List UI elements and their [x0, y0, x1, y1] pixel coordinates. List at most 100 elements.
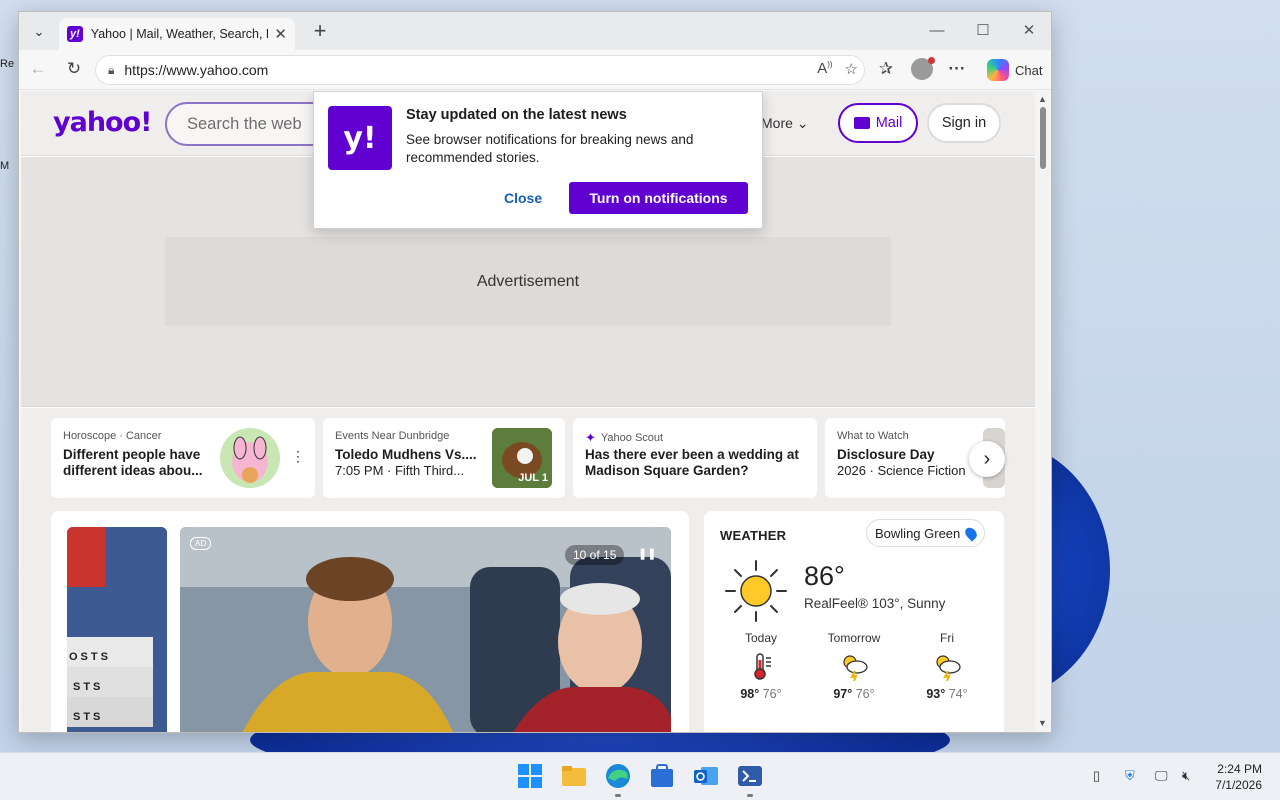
tab-actions-chevron-icon[interactable]: ⌄ — [25, 20, 53, 44]
new-tab-plus-icon[interactable]: + — [307, 20, 333, 44]
address-bar[interactable]: 🔒︎ https://www.yahoo.com A)) ☆ — [95, 55, 865, 85]
more-menu-icon[interactable]: ··· — [944, 58, 970, 82]
back-arrow-icon[interactable]: ← — [25, 58, 51, 82]
forecast-tomorrow[interactable]: Tomorrow 97° 76° — [824, 631, 884, 701]
copilot-chat-button[interactable]: Chat — [979, 56, 1050, 84]
card-subtitle: 7:05 PM · Fifth Third... — [335, 463, 465, 478]
edge-browser-icon[interactable] — [605, 763, 631, 789]
chevron-down-icon: ⌄ — [796, 115, 809, 131]
security-shield-icon[interactable]: ⛨ — [1125, 768, 1135, 784]
terminal-icon[interactable] — [737, 763, 763, 789]
slideshow-main-image[interactable]: AD 10 of 15 ❚❚ — [180, 527, 671, 732]
yahoo-logo[interactable]: yahoo! — [53, 107, 152, 138]
maximize-icon[interactable]: ☐ — [960, 20, 1006, 44]
ad-badge: AD — [190, 537, 212, 550]
url-text[interactable]: https://www.yahoo.com — [124, 62, 268, 78]
start-windows-icon[interactable] — [517, 763, 543, 789]
desktop-icon-label-fragment[interactable]: M — [0, 160, 9, 172]
advertisement-slot[interactable]: Advertisement — [165, 237, 891, 326]
forecast-fri[interactable]: Fri 93° 74° — [917, 631, 977, 701]
forecast-high: 93° — [926, 687, 946, 701]
content-feed: Horoscope · Cancer Different people have… — [21, 408, 1035, 732]
volume-muted-icon[interactable]: 🔇︎ — [1182, 768, 1190, 784]
search-placeholder: Search the web — [187, 114, 302, 133]
location-name: Bowling Green — [875, 525, 961, 541]
taskbar: ▯ ⛨ 🖵︎ 🔇︎ 2:24 PM 7/1/2026 — [0, 752, 1280, 800]
scroll-up-icon[interactable]: ▲ — [1038, 94, 1047, 104]
box-label: STS — [73, 711, 104, 723]
realfeel-text: RealFeel® 103°, Sunny — [804, 596, 946, 611]
forecast-high: 97° — [833, 687, 853, 701]
close-window-icon[interactable]: ✕ — [1006, 20, 1051, 44]
carousel-next-chevron-icon[interactable]: › — [969, 441, 1005, 477]
slide-counter: 10 of 15 — [565, 545, 625, 565]
storm-sun-icon — [843, 655, 868, 681]
thermometer-icon — [754, 653, 771, 680]
forecast-hilo: 98° 76° — [731, 687, 791, 701]
card-kicker: Horoscope · Cancer — [63, 430, 162, 442]
tab-yahoo[interactable]: y! Yahoo | Mail, Weather, Search, Politi… — [59, 18, 295, 50]
forecast-day-label: Tomorrow — [827, 631, 881, 645]
page-viewport[interactable]: yahoo! Search the web More ⌄ Mail Sign i… — [21, 91, 1051, 732]
sparkle-icon: ✦ — [585, 430, 596, 445]
yahoo-favicon-icon: y! — [67, 26, 83, 42]
usb-device-icon[interactable]: ▯ — [1093, 768, 1100, 784]
file-explorer-icon[interactable] — [561, 763, 587, 789]
outlook-icon[interactable] — [693, 763, 719, 789]
read-aloud-icon[interactable]: A)) — [817, 60, 832, 78]
card-kicker: What to Watch — [837, 430, 909, 442]
pause-icon[interactable]: ❚❚ — [638, 547, 656, 560]
forecast-low: 76° — [762, 687, 782, 701]
favorite-star-icon[interactable]: ☆ — [845, 60, 858, 78]
close-button[interactable]: Close — [504, 190, 542, 206]
mail-label: Mail — [875, 115, 903, 131]
baseball-glove-image: JUL 1 — [492, 428, 552, 488]
minimize-icon[interactable]: — — [914, 20, 960, 44]
horoscope-card[interactable]: Horoscope · Cancer Different people have… — [51, 418, 315, 498]
location-pin-icon — [963, 524, 980, 542]
desktop-icon-label-fragment[interactable]: Re — [0, 58, 14, 70]
event-card[interactable]: Events Near Dunbridge Toledo Mudhens Vs.… — [323, 418, 565, 498]
system-clock[interactable]: 2:24 PM 7/1/2026 — [1206, 761, 1262, 793]
network-icon[interactable]: 🖵︎ — [1155, 768, 1168, 784]
mail-button[interactable]: Mail — [838, 103, 918, 143]
store-icon[interactable] — [649, 763, 675, 789]
yahoo-logo-icon: y! — [328, 106, 392, 170]
clock-date: 7/1/2026 — [1215, 778, 1262, 792]
more-menu[interactable]: More ⌄ — [761, 115, 809, 132]
edge-running-indicator — [615, 794, 621, 797]
notification-prompt: y! Stay updated on the latest news See b… — [313, 91, 763, 229]
refresh-icon[interactable]: ↻ — [61, 58, 87, 82]
event-date-badge: JUL 1 — [518, 472, 548, 484]
forecast-low: 74° — [948, 687, 968, 701]
card-title: Disclosure Day 2026 · Science Fiction — [837, 447, 977, 479]
weather-location-button[interactable]: Bowling Green — [866, 519, 986, 547]
terminal-running-indicator — [747, 794, 753, 797]
box-label: OSTS — [69, 651, 111, 663]
card-kicker-row: ✦ Yahoo Scout — [585, 430, 663, 446]
tab-title: Yahoo | Mail, Weather, Search, Politics — [90, 27, 269, 41]
scroll-thumb[interactable] — [1040, 107, 1046, 169]
turn-on-notifications-button[interactable]: Turn on notifications — [569, 182, 748, 214]
cancer-horoscope-image — [220, 428, 280, 488]
forecast-low: 76° — [855, 687, 875, 701]
lock-icon[interactable]: 🔒︎ — [108, 63, 114, 78]
favorites-list-icon[interactable]: ✰ — [873, 58, 899, 82]
forecast-hilo: 97° 76° — [824, 687, 884, 701]
weather-widget: WEATHER Bowling Green 86° RealFeel® 103°… — [704, 511, 1004, 732]
page-scrollbar[interactable]: ▲ ▼ — [1035, 91, 1051, 732]
card-subtitle: 2026 · Science Fiction — [837, 463, 966, 478]
box-label: STS — [73, 681, 104, 693]
scroll-down-icon[interactable]: ▼ — [1038, 718, 1047, 728]
card-options-icon[interactable]: ⋮ — [291, 448, 305, 465]
yahoo-scout-card[interactable]: ✦ Yahoo Scout Has there ever been a wedd… — [573, 418, 817, 498]
tab-close-icon[interactable]: ✕ — [274, 25, 287, 43]
forecast-today[interactable]: Today 98° 76° — [731, 631, 791, 701]
forecast-high: 98° — [740, 687, 760, 701]
weather-title: WEATHER — [720, 528, 787, 543]
slideshow-previous-thumb[interactable]: OSTS STS STS — [67, 527, 167, 732]
card-title: Has there ever been a wedding at Madison… — [585, 447, 799, 478]
notification-body: See browser notifications for breaking n… — [406, 132, 694, 165]
forecast-hilo: 93° 74° — [917, 687, 977, 701]
sign-in-button[interactable]: Sign in — [927, 103, 1001, 143]
